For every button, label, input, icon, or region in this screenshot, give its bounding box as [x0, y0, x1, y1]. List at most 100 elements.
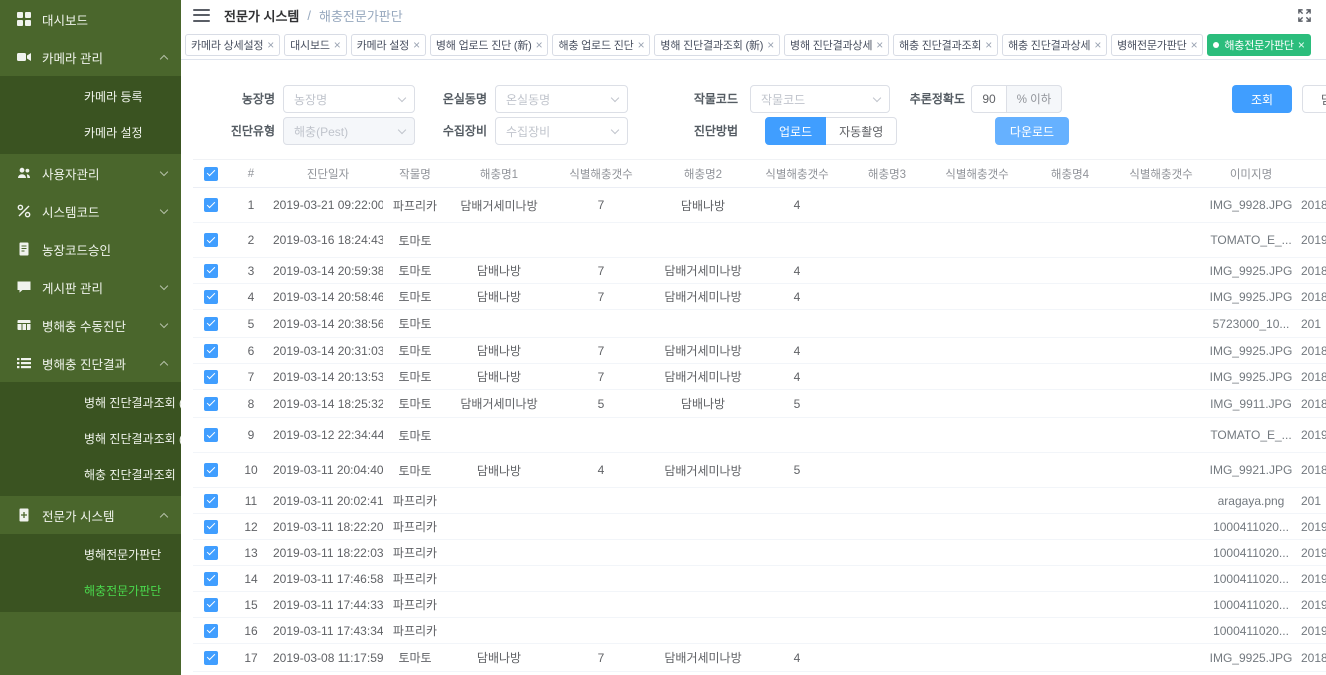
method-upload-option[interactable]: 업로드 — [765, 117, 826, 145]
sidebar-item-7[interactable]: 병해충 수동진단 — [0, 306, 181, 344]
accuracy-input[interactable] — [971, 85, 1007, 113]
close-tab-icon[interactable]: × — [985, 39, 992, 51]
select-all-header — [193, 160, 229, 188]
row-checkbox[interactable] — [204, 598, 218, 612]
row-checkbox[interactable] — [204, 317, 218, 331]
cell-no: 15 — [229, 592, 273, 618]
sidebar-item-1[interactable]: 대시보드 — [0, 0, 181, 38]
close-tab-icon[interactable]: × — [1298, 39, 1305, 51]
cell-pest1 — [447, 592, 551, 618]
row-checkbox[interactable] — [204, 264, 218, 278]
sidebar-subitem[interactable]: 카메라 등록 — [0, 79, 181, 115]
crop-code-select[interactable]: 작물코드 — [750, 85, 890, 113]
table-row[interactable]: 82019-03-14 18:25:32토마토담배거세미나방5담배나방5IMG_… — [193, 390, 1326, 418]
tab-2[interactable]: 대시보드× — [284, 34, 347, 56]
close-button[interactable]: 닫기 — [1302, 85, 1326, 113]
sidebar-item-2[interactable]: 카메라 관리 — [0, 38, 181, 76]
column-header: 식별해충갯수 — [1121, 160, 1201, 188]
table-row[interactable]: 92019-03-12 22:34:44토마토TOMATO_E_...2019 — [193, 418, 1326, 453]
tab-3[interactable]: 카메라 설정× — [351, 34, 426, 56]
close-tab-icon[interactable]: × — [413, 39, 420, 51]
sidebar-subitem[interactable]: 카메라 설정 — [0, 115, 181, 151]
diagnosis-type-select[interactable]: 해충(Pest) — [283, 117, 415, 145]
table-row[interactable]: 32019-03-14 20:59:38토마토담배나방7담배거세미나방4IMG_… — [193, 258, 1326, 284]
sidebar-subitem[interactable]: 해충 진단결과조회 — [0, 457, 181, 493]
farm-name-label: 농장명 — [205, 85, 275, 113]
search-button[interactable]: 조회 — [1232, 85, 1292, 113]
sidebar-item-9[interactable]: 전문가 시스템 — [0, 496, 181, 534]
cell-count4 — [1121, 364, 1201, 390]
sidebar-item-3[interactable]: 사용자관리 — [0, 154, 181, 192]
sidebar-item-6[interactable]: 게시판 관리 — [0, 268, 181, 306]
table-row[interactable]: 132019-03-11 18:22:03파프리카1000411020...20… — [193, 540, 1326, 566]
cell-count1 — [551, 514, 651, 540]
row-checkbox[interactable] — [204, 198, 218, 212]
close-tab-icon[interactable]: × — [638, 39, 645, 51]
cell-count3 — [935, 338, 1019, 364]
close-tab-icon[interactable]: × — [334, 39, 341, 51]
row-checkbox[interactable] — [204, 572, 218, 586]
close-tab-icon[interactable]: × — [536, 39, 543, 51]
greenhouse-select[interactable]: 온실동명 — [495, 85, 628, 113]
row-checkbox[interactable] — [204, 344, 218, 358]
sidebar-item-4[interactable]: 시스템코드 — [0, 192, 181, 230]
sidebar-subitem[interactable]: 병해전문가판단 — [0, 537, 181, 573]
table-row[interactable]: 52019-03-14 20:38:56토마토5723000_10...201 — [193, 310, 1326, 338]
tab-6[interactable]: 병해 진단결과조회 (新)× — [654, 34, 780, 56]
tab-1[interactable]: 카메라 상세설정× — [185, 34, 280, 56]
table-row[interactable]: 112019-03-11 20:02:41파프리카aragaya.png201 — [193, 488, 1326, 514]
row-checkbox[interactable] — [204, 233, 218, 247]
select-all-checkbox[interactable] — [204, 167, 218, 181]
cell-count1 — [551, 618, 651, 644]
tab-9[interactable]: 해충 진단결과상세× — [1002, 34, 1107, 56]
table-row[interactable]: 62019-03-14 20:31:03토마토담배나방7담배거세미나방4IMG_… — [193, 338, 1326, 364]
table-row[interactable]: 22019-03-16 18:24:43토마토TOMATO_E_...2019 — [193, 223, 1326, 258]
row-checkbox[interactable] — [204, 651, 218, 665]
cell-pest2: 담배거세미나방 — [651, 644, 755, 672]
row-checkbox[interactable] — [204, 428, 218, 442]
sidebar-item-label: 사용자관리 — [42, 164, 150, 183]
sidebar-subitem[interactable]: 해충전문가판단 — [0, 573, 181, 609]
close-tab-icon[interactable]: × — [267, 39, 274, 51]
row-select-cell — [193, 566, 229, 592]
close-tab-icon[interactable]: × — [876, 39, 883, 51]
sidebar-subitem[interactable]: 병해 진단결과조회 (舊) — [0, 421, 181, 457]
device-select[interactable]: 수집장비 — [495, 117, 628, 145]
table-row[interactable]: 12019-03-21 09:22:00파프리카담배거세미나방7담배나방4IMG… — [193, 188, 1326, 223]
tab-7[interactable]: 병해 진단결과상세× — [784, 34, 889, 56]
tab-10[interactable]: 병해전문가판단× — [1111, 34, 1203, 56]
farm-name-select[interactable]: 농장명 — [283, 85, 415, 113]
tab-5[interactable]: 해충 업로드 진단× — [552, 34, 650, 56]
tab-8[interactable]: 해충 진단결과조회× — [893, 34, 998, 56]
table-row[interactable]: 172019-03-08 11:17:59토마토담배나방7담배거세미나방4IMG… — [193, 644, 1326, 672]
row-checkbox[interactable] — [204, 397, 218, 411]
row-checkbox[interactable] — [204, 546, 218, 560]
download-button[interactable]: 다운로드 — [995, 117, 1069, 145]
row-checkbox[interactable] — [204, 370, 218, 384]
row-checkbox[interactable] — [204, 624, 218, 638]
table-row[interactable]: 142019-03-11 17:46:58파프리카1000411020...20… — [193, 566, 1326, 592]
sidebar-item-5[interactable]: 농장코드승인 — [0, 230, 181, 268]
table-row[interactable]: 72019-03-14 20:13:53토마토담배나방7담배거세미나방4IMG_… — [193, 364, 1326, 390]
row-checkbox[interactable] — [204, 290, 218, 304]
cell-count3 — [935, 310, 1019, 338]
method-auto-option[interactable]: 자동촬영 — [826, 117, 897, 145]
fullscreen-icon[interactable] — [1297, 8, 1312, 23]
sidebar-item-8[interactable]: 병해충 진단결과 — [0, 344, 181, 382]
close-tab-icon[interactable]: × — [1191, 39, 1198, 51]
row-checkbox[interactable] — [204, 463, 218, 477]
close-tab-icon[interactable]: × — [767, 39, 774, 51]
row-checkbox[interactable] — [204, 520, 218, 534]
table-row[interactable]: 162019-03-11 17:43:34파프리카1000411020...20… — [193, 618, 1326, 644]
table-row[interactable]: 42019-03-14 20:58:46토마토담배나방7담배거세미나방4IMG_… — [193, 284, 1326, 310]
cell-image: TOMATO_E_... — [1201, 223, 1301, 258]
table-row[interactable]: 102019-03-11 20:04:40토마토담배나방4담배거세미나방5IMG… — [193, 453, 1326, 488]
tab-11[interactable]: 해충전문가판단× — [1207, 34, 1310, 56]
hamburger-icon[interactable] — [193, 9, 210, 22]
table-row[interactable]: 122019-03-11 18:22:20파프리카1000411020...20… — [193, 514, 1326, 540]
row-checkbox[interactable] — [204, 494, 218, 508]
table-row[interactable]: 152019-03-11 17:44:33파프리카1000411020...20… — [193, 592, 1326, 618]
close-tab-icon[interactable]: × — [1094, 39, 1101, 51]
sidebar-subitem[interactable]: 병해 진단결과조회 (新) — [0, 385, 181, 421]
tab-4[interactable]: 병해 업로드 진단 (新)× — [430, 34, 549, 56]
